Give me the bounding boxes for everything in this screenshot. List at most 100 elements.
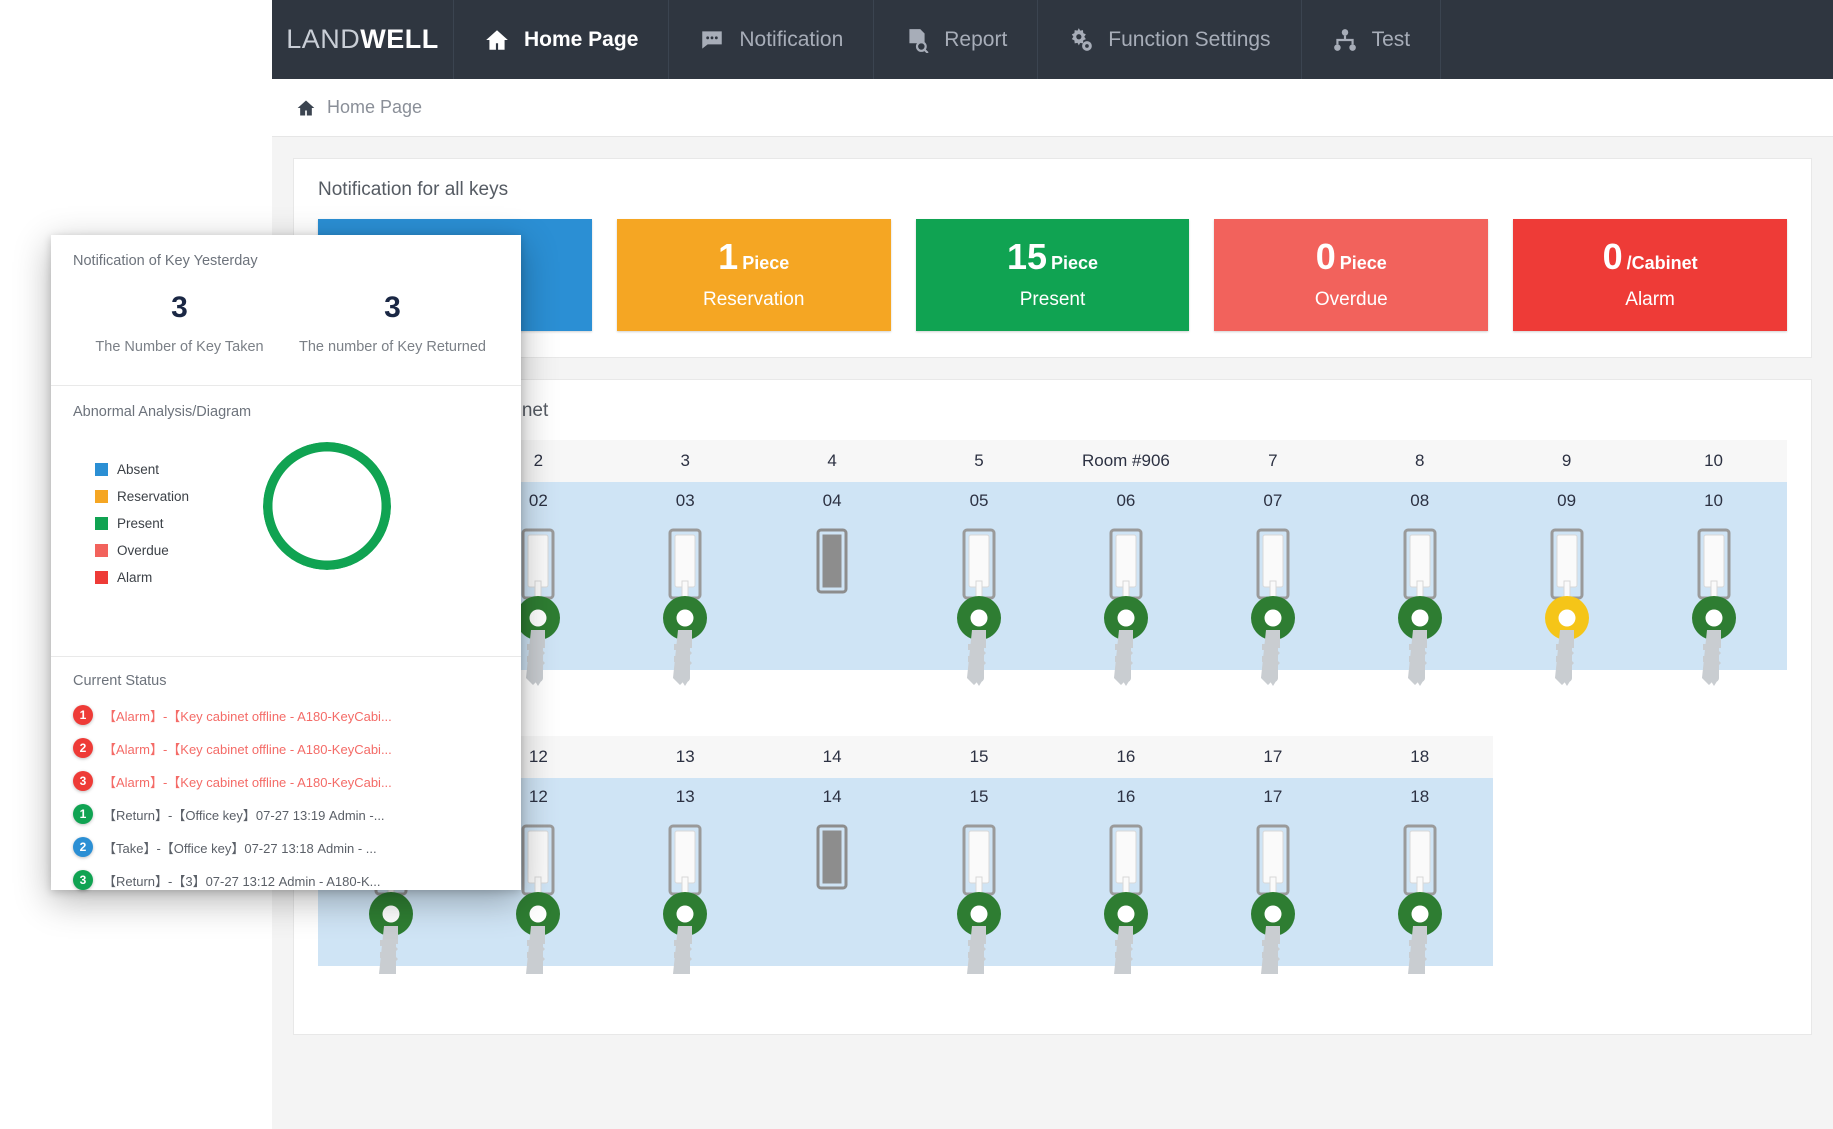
nav-item-report[interactable]: Report <box>874 0 1038 79</box>
cabinet-header-cell: 7 <box>1199 440 1346 482</box>
cabinet-key-slot[interactable] <box>1640 520 1787 670</box>
stat-card-alarm[interactable]: 0/CabinetAlarm <box>1513 219 1787 331</box>
cabinet-slot-number: 09 <box>1493 482 1640 520</box>
stat-card-unit: Piece <box>1051 253 1098 274</box>
legend-item[interactable]: Present <box>95 516 189 531</box>
cabinet-slot-number: 06 <box>1052 482 1199 520</box>
key-slot-empty-icon <box>805 526 859 696</box>
legend-label: Present <box>117 516 164 531</box>
legend-item[interactable]: Overdue <box>95 543 189 558</box>
stat-card-label: Overdue <box>1315 289 1388 311</box>
cabinet-key-slot[interactable] <box>1493 520 1640 670</box>
key-icon-present <box>1246 822 1300 974</box>
key-icon-reservation <box>1540 526 1594 696</box>
cabinet-grid-wrapper: 12345Room #90678910010203040506070809101… <box>318 440 1787 974</box>
cabinet-slot-number: 14 <box>759 778 906 816</box>
logo-text-part2: WELL <box>360 24 438 55</box>
cabinet-slot-number <box>1493 778 1640 816</box>
status-text: 【Alarm】-【Key cabinet offline - A180-KeyC… <box>103 739 392 758</box>
nav-item-home-page[interactable]: Home Page <box>454 0 669 79</box>
status-text: 【Return】-【3】07-27 13:12 Admin - A180-K..… <box>103 871 380 890</box>
cabinet-row-2-headers: 1112131415161718 <box>318 736 1787 778</box>
nav-item-test[interactable]: Test <box>1302 0 1442 79</box>
key-icon-present <box>658 526 712 696</box>
cabinet-key-slot[interactable] <box>1346 520 1493 670</box>
home-icon <box>484 27 510 53</box>
cabinet-key-slot[interactable] <box>1493 816 1640 966</box>
status-list-item[interactable]: 1【Return】-【Office key】07-27 13:19 Admin … <box>73 804 499 824</box>
nav-label-test: Test <box>1372 28 1411 52</box>
status-list-item[interactable]: 1【Alarm】-【Key cabinet offline - A180-Key… <box>73 705 499 725</box>
legend-label: Alarm <box>117 570 152 585</box>
key-icon-present <box>952 822 1006 974</box>
cabinet-row-1-headers: 12345Room #90678910 <box>318 440 1787 482</box>
stat-card-value: 0 <box>1316 239 1336 275</box>
legend-swatch <box>95 544 108 557</box>
cabinet-header-cell: 13 <box>612 736 759 778</box>
cabinet-header-cell <box>1640 736 1787 778</box>
status-list-item[interactable]: 2【Alarm】-【Key cabinet offline - A180-Key… <box>73 738 499 758</box>
cabinet-row-1-slot-numbers: 01020304050607080910 <box>318 482 1787 520</box>
cabinet-header-cell: 10 <box>1640 440 1787 482</box>
yesterday-stat-number: 3 <box>286 291 499 325</box>
yesterday-stat: 3 The Number of Key Taken <box>73 291 286 355</box>
status-list-item[interactable]: 3【Alarm】-【Key cabinet offline - A180-Key… <box>73 771 499 791</box>
cabinet-header-cell: 9 <box>1493 440 1640 482</box>
cabinet-key-slot[interactable] <box>759 520 906 670</box>
breadcrumb: Home Page <box>272 79 1833 137</box>
yesterday-stat-number: 3 <box>73 291 286 325</box>
cabinet-key-slot[interactable] <box>1199 816 1346 966</box>
key-icon-present <box>1687 526 1741 696</box>
legend-label: Absent <box>117 462 159 477</box>
cabinet-key-slot[interactable] <box>1052 816 1199 966</box>
nav-item-notification[interactable]: Notification <box>669 0 874 79</box>
chart-legend: Absent Reservation Present Overdue Alarm <box>95 462 189 597</box>
status-text: 【Return】-【Office key】07-27 13:19 Admin -… <box>103 805 385 824</box>
cabinet-slot-number: 17 <box>1199 778 1346 816</box>
legend-swatch <box>95 463 108 476</box>
stat-card-overdue[interactable]: 0Piece Overdue <box>1214 219 1488 331</box>
stat-card-unit: Piece <box>1340 253 1387 274</box>
cabinet-key-slot[interactable] <box>1052 520 1199 670</box>
cabinet-key-slot[interactable] <box>1346 816 1493 966</box>
key-slot-empty-icon <box>805 822 859 974</box>
cabinet-key-slot[interactable] <box>612 816 759 966</box>
cabinet-row-2-keys <box>318 816 1787 966</box>
status-list-item[interactable]: 3【Return】-【3】07-27 13:12 Admin - A180-K.… <box>73 870 499 890</box>
cabinet-key-slot[interactable] <box>1640 816 1787 966</box>
cabinet-header-cell: 15 <box>906 736 1053 778</box>
cabinet-key-slot[interactable] <box>1199 520 1346 670</box>
legend-swatch <box>95 490 108 503</box>
stat-card-unit: /Cabinet <box>1627 253 1698 274</box>
nav-item-function-settings[interactable]: Function Settings <box>1038 0 1301 79</box>
legend-item[interactable]: Absent <box>95 462 189 477</box>
cabinet-header-cell: 18 <box>1346 736 1493 778</box>
top-navigation-bar: LANDWELL Home Page Notification Report <box>272 0 1833 79</box>
cabinet-key-slot[interactable] <box>759 816 906 966</box>
home-icon <box>296 98 316 118</box>
stat-card-label: Reservation <box>703 289 804 311</box>
cabinet-key-slot[interactable] <box>906 816 1053 966</box>
legend-item[interactable]: Alarm <box>95 570 189 585</box>
key-icon-present <box>1099 526 1153 696</box>
stat-card-reservation[interactable]: 1PieceReservation <box>617 219 891 331</box>
yesterday-stat-list: 3The Number of Key Taken3The number of K… <box>73 269 499 385</box>
stat-card-value: 1 <box>718 239 738 275</box>
donut-chart[interactable] <box>263 442 391 570</box>
logo-text-part1: LAND <box>286 24 360 55</box>
cabinet-slot-number <box>1640 778 1787 816</box>
cabinet-header-cell <box>1493 736 1640 778</box>
stat-card-label: Alarm <box>1625 289 1675 311</box>
current-status-list: 1【Alarm】-【Key cabinet offline - A180-Key… <box>51 689 521 890</box>
cabinet-header-cell: Room #906 <box>1052 440 1199 482</box>
stat-card-present[interactable]: 15PiecePresent <box>916 219 1190 331</box>
cabinet-header-cell: 3 <box>612 440 759 482</box>
legend-item[interactable]: Reservation <box>95 489 189 504</box>
cabinet-header-cell: 5 <box>906 440 1053 482</box>
yesterday-stat-caption: The Number of Key Taken <box>73 339 286 355</box>
cabinet-key-slot[interactable] <box>906 520 1053 670</box>
nav-label-report: Report <box>944 28 1007 52</box>
status-list-item[interactable]: 2【Take】-【Office key】07-27 13:18 Admin - … <box>73 837 499 857</box>
cabinet-key-slot[interactable] <box>612 520 759 670</box>
cabinet-slot-number: 10 <box>1640 482 1787 520</box>
